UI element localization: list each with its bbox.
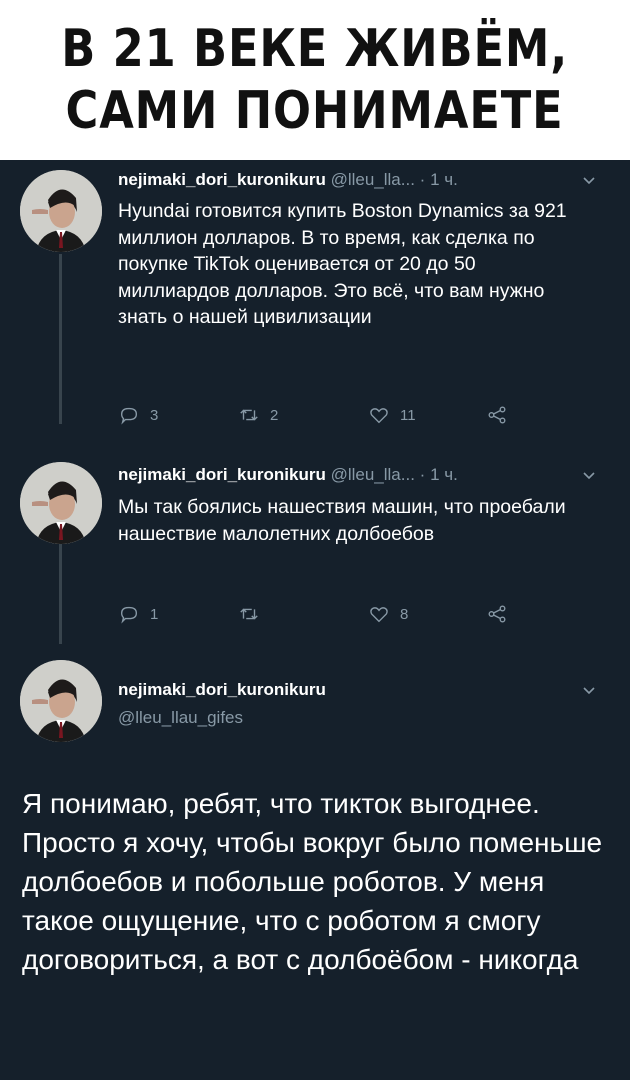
tweet-text: Я понимаю, ребят, что тикток выгоднее. П… <box>22 788 603 975</box>
retweet-button[interactable]: 2 <box>238 404 278 426</box>
avatar-image <box>20 462 102 544</box>
share-button[interactable] <box>486 404 518 426</box>
heart-icon <box>370 607 388 623</box>
author-handle[interactable]: @lleu_lla... <box>331 465 415 484</box>
author-name[interactable]: nejimaki_dori_kuronikuru <box>118 680 326 700</box>
tweet-actions: 1 8 <box>118 603 598 631</box>
retweet-button[interactable] <box>238 603 270 625</box>
share-icon <box>488 605 506 623</box>
tweet-header: nejimaki_dori_kuronikuru @lleu_lla... · … <box>118 464 458 486</box>
reply-button[interactable]: 3 <box>118 404 158 426</box>
chevron-down-icon[interactable] <box>582 176 596 186</box>
retweet-icon <box>240 608 258 620</box>
avatar[interactable] <box>20 462 102 544</box>
author-name[interactable]: nejimaki_dori_kuronikuru <box>118 465 326 484</box>
reply-count: 1 <box>150 605 159 623</box>
reply-button[interactable]: 1 <box>118 603 158 625</box>
tweet-actions: 3 2 11 <box>118 404 598 432</box>
caption-line-2: САМИ ПОНИМАЕТЕ <box>66 81 564 141</box>
like-count: 11 <box>400 406 416 424</box>
like-count: 8 <box>400 605 409 623</box>
reply-icon <box>120 407 138 425</box>
avatar[interactable] <box>20 660 102 742</box>
tweet-header: nejimaki_dori_kuronikuru @lleu_lla... · … <box>118 169 458 191</box>
tweet-feed: nejimaki_dori_kuronikuru @lleu_lla... · … <box>0 160 630 1080</box>
share-icon <box>488 406 506 424</box>
tweet-text: Мы так боялись нашествия машин, что прое… <box>118 496 566 545</box>
separator-dot: · <box>419 465 426 484</box>
avatar-image <box>20 170 102 252</box>
timestamp[interactable]: 1 ч. <box>430 170 458 189</box>
chevron-down-icon[interactable] <box>582 686 596 696</box>
tweet-text: Hyundai готовится купить Boston Dynamics… <box>118 200 567 328</box>
reply-count: 3 <box>150 406 159 424</box>
thread-connector <box>59 254 62 424</box>
timestamp[interactable]: 1 ч. <box>430 465 458 484</box>
reply-icon <box>120 606 138 624</box>
like-button[interactable]: 8 <box>368 603 408 625</box>
avatar[interactable] <box>20 170 102 252</box>
like-button[interactable]: 11 <box>368 404 416 426</box>
retweet-icon <box>240 409 258 421</box>
author-handle[interactable]: @lleu_lla... <box>331 170 415 189</box>
author-handle[interactable]: @lleu_llau_gifes <box>118 708 243 728</box>
author-name[interactable]: nejimaki_dori_kuronikuru <box>118 170 326 189</box>
caption-line-1: В 21 ВЕКЕ ЖИВЁМ, <box>61 19 569 79</box>
thread-connector <box>59 544 62 644</box>
retweet-count: 2 <box>270 406 279 424</box>
avatar-image <box>20 660 102 742</box>
heart-icon <box>370 408 388 424</box>
meme-caption: В 21 ВЕКЕ ЖИВЁМ, САМИ ПОНИМАЕТЕ <box>0 0 630 160</box>
separator-dot: · <box>419 170 426 189</box>
chevron-down-icon[interactable] <box>582 471 596 481</box>
share-button[interactable] <box>486 603 518 625</box>
